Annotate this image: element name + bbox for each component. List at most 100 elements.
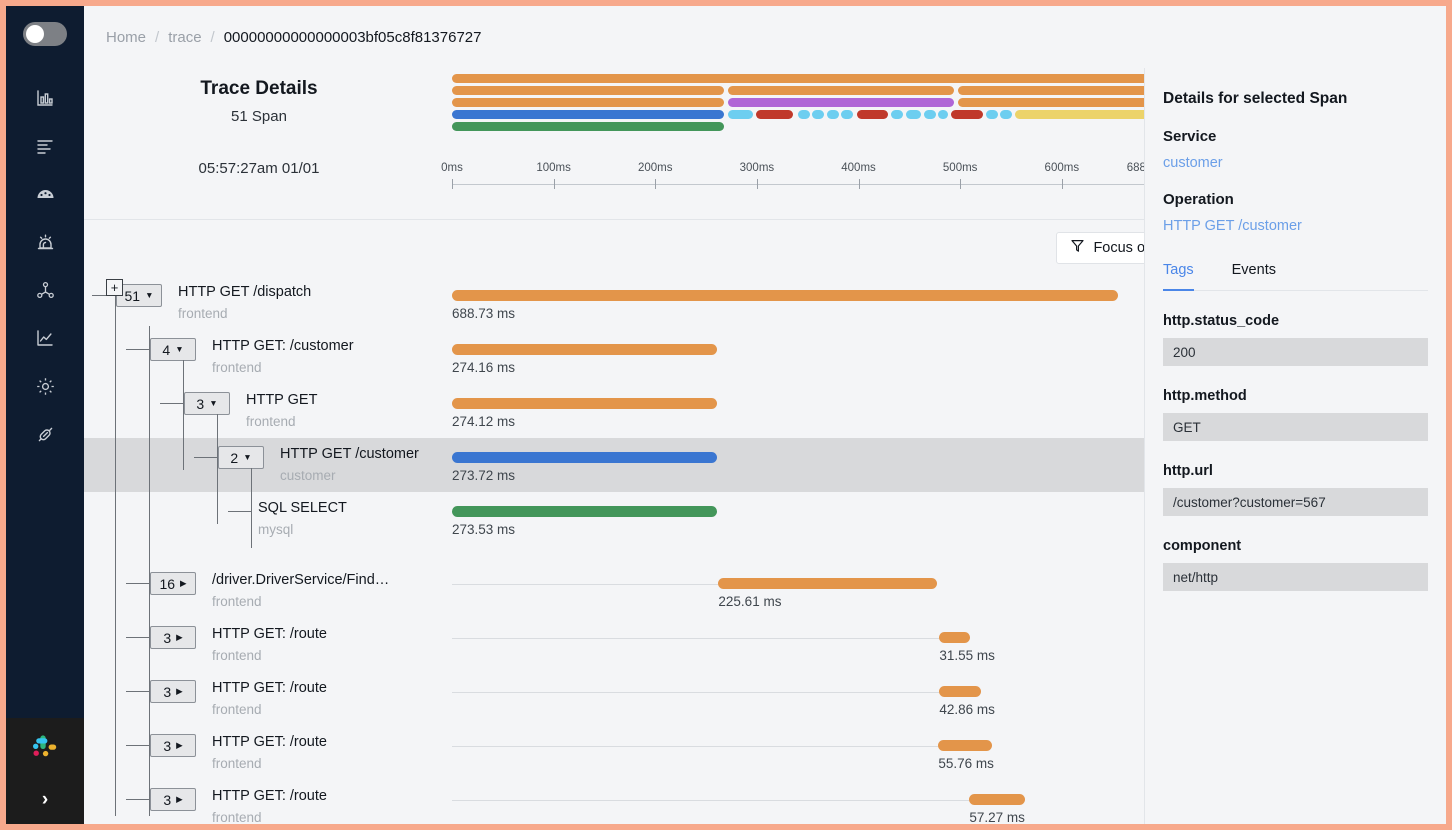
tag-value: net/http [1163, 563, 1428, 591]
span-service-name: frontend [178, 306, 228, 321]
span-duration-bar[interactable] [969, 794, 1025, 805]
breadcrumb-separator-2: / [210, 28, 215, 46]
span-service-name: frontend [212, 810, 262, 824]
sidebar-item-services[interactable] [6, 170, 84, 218]
minimap-segment [452, 122, 725, 131]
span-row-left: 4 ▼ HTTP GET: /customer frontend [84, 330, 452, 384]
span-operation-name: HTTP GET: /route [212, 680, 327, 696]
minimap-segment [452, 98, 725, 107]
span-service-name: frontend [212, 756, 262, 771]
minimap-row [452, 110, 1152, 119]
span-duration-bar[interactable] [938, 740, 993, 751]
sidebar-item-alerts[interactable] [6, 218, 84, 266]
chevron-right-icon: ▶ [176, 632, 183, 643]
span-child-count: 2 [230, 449, 239, 466]
sidebar-item-settings[interactable] [6, 362, 84, 410]
tab-events[interactable]: Events [1232, 262, 1276, 291]
filter-funnel-icon [1071, 239, 1085, 257]
tree-connector [228, 511, 252, 512]
detail-title: Details for selected Span [1163, 90, 1348, 107]
span-duration-bar[interactable] [452, 344, 718, 355]
minimap-segment [728, 110, 753, 119]
minimap-segment [452, 74, 1152, 83]
axis-tick-label: 400ms [841, 162, 876, 174]
slack-logo-icon[interactable] [6, 718, 84, 776]
span-duration-bar[interactable] [452, 452, 717, 463]
breadcrumb-home[interactable]: Home [106, 29, 146, 46]
minimap-segment [797, 110, 810, 119]
minimap-segment [958, 86, 1152, 95]
gauge-icon [35, 184, 56, 205]
span-guide-line [452, 800, 970, 801]
span-service-name: mysql [258, 522, 294, 537]
left-sidebar: › [6, 6, 84, 824]
span-child-count-toggle[interactable]: 3 ▶ [150, 626, 196, 649]
sidebar-item-integrations[interactable] [6, 410, 84, 458]
span-detail-panel: Details for selected Span Service custom… [1144, 68, 1446, 824]
tree-rail [217, 414, 218, 524]
minimap-segment [958, 98, 1152, 107]
span-child-count-toggle[interactable]: 3 ▶ [150, 734, 196, 757]
trace-minimap[interactable] [452, 74, 1152, 136]
tag-key: http.method [1163, 388, 1247, 404]
span-child-count-toggle[interactable]: 3 ▶ [150, 788, 196, 811]
sidebar-item-dashboards[interactable] [6, 74, 84, 122]
chevron-down-icon: ▼ [243, 452, 252, 463]
span-guide-line [452, 746, 939, 747]
span-service-name: frontend [212, 594, 262, 609]
span-duration-bar[interactable] [718, 578, 937, 589]
bar-chart-icon [35, 88, 55, 108]
plug-icon [35, 424, 56, 445]
minimap-segment [906, 110, 921, 119]
span-row-left: 51 ▼ HTTP GET /dispatch frontend [84, 276, 452, 330]
operation-value-link[interactable]: HTTP GET /customer [1163, 218, 1428, 234]
span-child-count-toggle[interactable]: 2 ▼ [218, 446, 264, 469]
minimap-row [452, 74, 1152, 83]
span-child-count: 16 [159, 575, 176, 592]
span-guide-line [452, 584, 719, 585]
trace-details-app: › Home / trace / 00000000000000003bf05c8… [0, 0, 1452, 830]
breadcrumb: Home / trace / 00000000000000003bf05c8f8… [84, 6, 1446, 68]
span-duration-label: 274.12 ms [452, 414, 516, 429]
sidebar-nav [6, 74, 84, 458]
theme-toggle[interactable] [23, 22, 67, 46]
tag-value: /customer?customer=567 [1163, 488, 1428, 516]
axis-tick-label: 200ms [638, 162, 673, 174]
tab-tags[interactable]: Tags [1163, 262, 1194, 291]
tree-rail [115, 296, 116, 816]
sidebar-expand-button[interactable]: › [6, 776, 84, 824]
service-value-link[interactable]: customer [1163, 155, 1428, 171]
tag-key: component [1163, 538, 1242, 554]
tag-value: 200 [1163, 338, 1428, 366]
span-duration-bar[interactable] [939, 686, 981, 697]
tree-connector [194, 457, 218, 458]
span-child-count-toggle[interactable]: 3 ▼ [184, 392, 230, 415]
span-row-left: 16 ▶ /driver.DriverService/Find… frontend [84, 564, 452, 618]
span-child-count: 51 [124, 287, 141, 304]
span-duration-label: 31.55 ms [939, 648, 995, 663]
minimap-segment [951, 110, 983, 119]
chevron-right-icon: ▶ [176, 794, 183, 805]
time-axis: 0ms100ms200ms300ms400ms500ms600ms688.73m… [440, 162, 1177, 190]
sidebar-item-service-map[interactable] [6, 266, 84, 314]
span-child-count-toggle[interactable]: 16 ▶ [150, 572, 196, 595]
sidebar-item-traces[interactable] [6, 314, 84, 362]
span-duration-label: 225.61 ms [718, 594, 782, 609]
axis-tick-mark [1061, 179, 1063, 189]
axis-tick-mark [756, 179, 758, 189]
span-duration-label: 273.72 ms [452, 468, 516, 483]
operation-label: Operation [1163, 191, 1234, 208]
span-duration-bar[interactable] [452, 398, 718, 409]
collapse-all-button[interactable]: + [106, 279, 123, 296]
span-duration-bar[interactable] [452, 290, 1118, 301]
breadcrumb-trace[interactable]: trace [168, 29, 201, 46]
span-child-count-toggle[interactable]: 4 ▼ [150, 338, 196, 361]
tag-key: http.url [1163, 463, 1213, 479]
span-duration-bar[interactable] [452, 506, 717, 517]
axis-tick-label: 500ms [942, 162, 978, 174]
span-count: 51 Span [231, 108, 287, 125]
sidebar-item-logs[interactable] [6, 122, 84, 170]
span-duration-bar[interactable] [939, 632, 970, 643]
chevron-right-icon: ▶ [176, 686, 183, 697]
span-child-count-toggle[interactable]: 3 ▶ [150, 680, 196, 703]
